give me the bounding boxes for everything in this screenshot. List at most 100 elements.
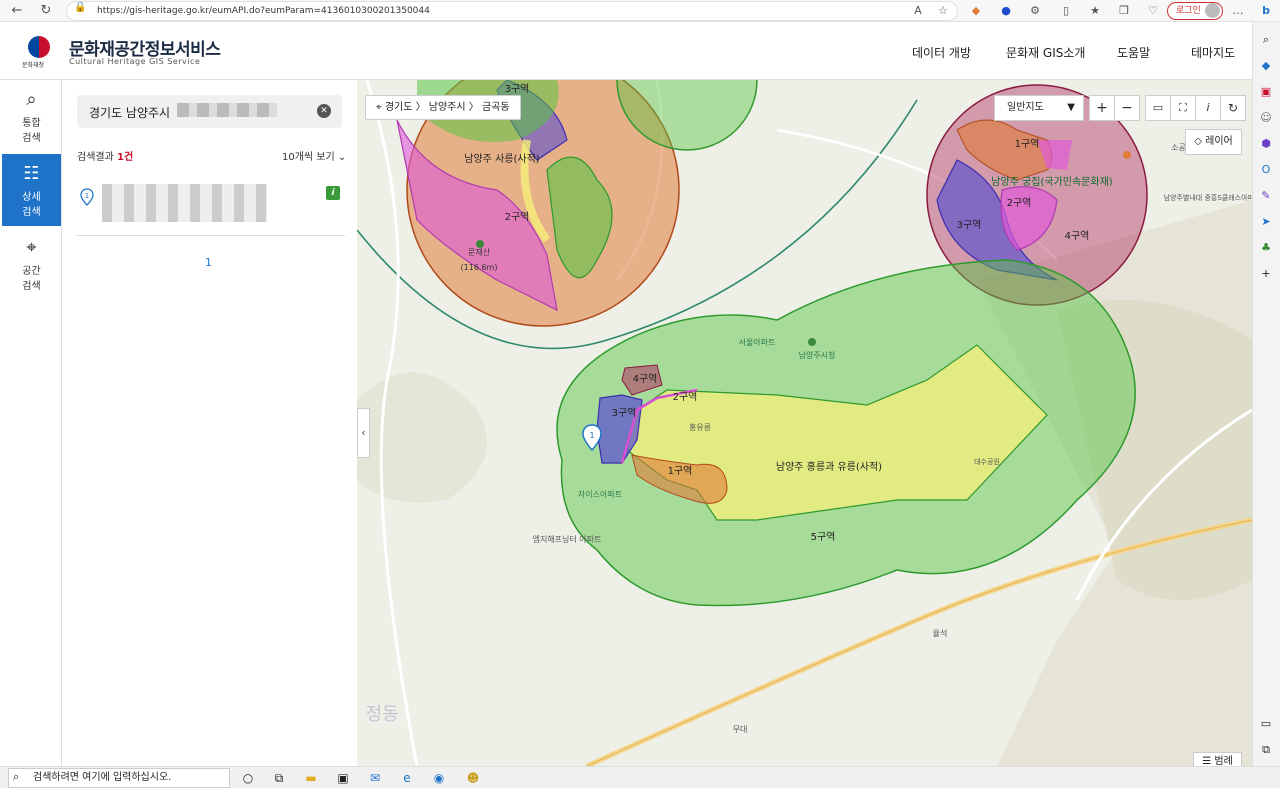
internet-explorer-icon[interactable]: e <box>399 770 415 786</box>
poi-icon <box>1123 151 1131 159</box>
edit-icon[interactable]: ✎ <box>1258 188 1274 204</box>
map-view[interactable]: 남양주 사릉(사적) 2구역 3구역 문재산 (116.6m) 1구역 남양주 … <box>357 80 1252 766</box>
outlook-icon[interactable]: O <box>1258 162 1274 178</box>
store-icon[interactable]: ▣ <box>335 770 351 786</box>
map-label-hongyu-zone2: 2구역 <box>673 391 698 403</box>
cortana-icon[interactable]: ○ <box>240 770 256 786</box>
result-summary: 검색결과 1건 <box>77 152 134 163</box>
fox-extension-icon[interactable]: ◆ <box>968 3 984 19</box>
sidebar-search-icon[interactable]: ⌕ <box>1258 32 1274 48</box>
refresh-icon[interactable]: ↻ <box>37 2 55 20</box>
svg-text:1: 1 <box>85 192 89 200</box>
map-label-gungjip: 남양주 궁집(국가민속문화재) <box>991 176 1112 188</box>
read-aloud-icon[interactable]: A <box>910 3 926 19</box>
mail-icon[interactable]: ✉ <box>367 770 383 786</box>
zoom-out-button[interactable]: − <box>1114 95 1140 121</box>
tag-icon[interactable]: ◆ <box>1258 58 1274 74</box>
favorites-icon[interactable]: ★ <box>1087 3 1103 19</box>
edge-sidebar <box>1252 22 1280 766</box>
heart-icon[interactable]: ♡ <box>1145 3 1161 19</box>
pagination-page[interactable]: 1 <box>205 256 212 269</box>
logo-emblem-icon[interactable] <box>28 36 50 58</box>
map-label-gungjip-zone2: 2구역 <box>1007 197 1032 209</box>
search-panel: 경기도 남양주시 ✕ 검색결과 1건 10개씩 보기 ⌄ 1 i 1 <box>62 80 357 766</box>
sidebar-layout-icon[interactable]: ▭ <box>1258 716 1274 732</box>
address-bar[interactable]: https://gis-heritage.go.kr/eumAPI.do?eum… <box>66 1 958 21</box>
site-header: 문화재청 문화재공간정보서비스 Cultural Heritage GIS Se… <box>0 22 1252 80</box>
lock-icon: 🔒 <box>74 2 87 13</box>
layers-icon: ◇ <box>1194 136 1202 147</box>
rail-integrated-search[interactable]: ⌕ 통합 검색 <box>2 80 61 152</box>
edge-icon[interactable]: ◉ <box>431 770 447 786</box>
map-label-emart: 엠지해프닝터 아파트 <box>533 534 602 544</box>
map-pin-icon: ⌖ <box>26 237 37 258</box>
shopping-icon[interactable]: ▣ <box>1258 84 1274 100</box>
map-label-xi-apt: 자이스아파트 <box>578 489 622 499</box>
menu-help[interactable]: 도움말 <box>1117 44 1150 61</box>
map-label-gungjip-zone1: 1구역 <box>1015 138 1040 150</box>
map-canvas[interactable]: 남양주 사릉(사적) 2구역 3구역 문재산 (116.6m) 1구역 남양주 … <box>357 80 1252 766</box>
layer-button[interactable]: ◇ 레이어 <box>1185 129 1242 155</box>
map-label-sareung-zone2: 2구역 <box>505 211 530 223</box>
games-icon[interactable]: ⬢ <box>1258 136 1274 152</box>
taskbar-search-input[interactable]: 검색하려면 여기에 입력하십시오. <box>8 768 230 788</box>
search-icon: ⌕ <box>13 770 20 783</box>
task-view-icon[interactable]: ⧉ <box>271 770 287 786</box>
map-label-mountain: 문재산 <box>468 247 491 257</box>
result-marker-icon: 1 <box>80 188 94 206</box>
extensions-icon[interactable]: ⚙ <box>1027 3 1043 19</box>
map-label-park: 대수공원 <box>974 457 1000 466</box>
menu-gis-intro[interactable]: 문화재 GIS소개 <box>1006 44 1085 61</box>
redacted-text <box>177 103 277 117</box>
map-label-seoul-apt: 서울아파트 <box>739 337 776 347</box>
search-input[interactable]: 경기도 남양주시 ✕ <box>77 95 342 128</box>
per-page-select[interactable]: 10개씩 보기 ⌄ <box>282 148 346 163</box>
favorite-star-icon[interactable]: ☆ <box>935 3 951 19</box>
map-type-select[interactable]: 일반지도 ▼ <box>994 95 1084 121</box>
location-breadcrumb[interactable]: ⌖ 경기도 〉 남양주시 〉 금곡동 <box>365 95 521 120</box>
info-tool-icon[interactable]: i <box>1195 95 1221 121</box>
map-label-hongyu-zone4: 4구역 <box>633 373 658 385</box>
add-icon[interactable]: + <box>1258 266 1274 282</box>
app-icon[interactable]: ☻ <box>465 770 481 786</box>
browser-toolbar: ← ↻ https://gis-heritage.go.kr/eumAPI.do… <box>0 0 1280 22</box>
measure-distance-icon[interactable]: ▭ <box>1145 95 1171 121</box>
split-screen-icon[interactable]: ▯ <box>1058 3 1074 19</box>
bing-icon[interactable]: b <box>1258 3 1274 19</box>
avatar[interactable] <box>1205 3 1220 18</box>
info-icon[interactable]: i <box>326 186 340 200</box>
taskbar: 검색하려면 여기에 입력하십시오. ⌕ ○ ⧉ ▬ ▣ ✉ e ◉ ☻ <box>0 766 1280 788</box>
search-icon: ⌕ <box>26 89 37 110</box>
list-search-icon: ☷ <box>23 163 40 184</box>
clear-icon[interactable]: ✕ <box>317 104 331 118</box>
rail-spatial-search[interactable]: ⌖ 공간 검색 <box>2 228 61 300</box>
map-label-tower: 남양주별내대 중흥S클래스아파트 <box>1164 193 1252 202</box>
pin-icon: ⌖ <box>376 102 382 113</box>
more-menu-icon[interactable]: … <box>1230 3 1246 19</box>
open-external-icon[interactable]: ⧉ <box>1258 742 1274 758</box>
collections-icon[interactable]: ❐ <box>1116 3 1132 19</box>
mountain-icon <box>476 240 484 248</box>
file-explorer-icon[interactable]: ▬ <box>303 770 319 786</box>
rail-detail-search[interactable]: ☷ 상세 검색 <box>2 154 61 226</box>
city-hall-icon <box>808 338 816 346</box>
redacted-result[interactable] <box>102 184 267 222</box>
map-label-yulseok: 율석 <box>933 628 948 638</box>
send-icon[interactable]: ➤ <box>1258 214 1274 230</box>
map-label-hongyu-dong: 홍유릉 <box>689 422 711 432</box>
map-label-hongyu-zone5: 5구역 <box>811 531 836 543</box>
measure-area-icon[interactable]: ⛶ <box>1170 95 1196 121</box>
map-label-gungjip-zone3: 3구역 <box>957 219 982 231</box>
back-icon[interactable]: ← <box>8 2 26 20</box>
panel-collapse-button[interactable]: ‹ <box>357 408 370 458</box>
menu-theme-map[interactable]: 테마지도 <box>1191 44 1235 61</box>
map-label-mudae: 무대 <box>733 725 748 734</box>
map-label-city-hall: 남양주시청 <box>799 351 836 360</box>
menu-data-open[interactable]: 데이터 개방 <box>912 44 971 61</box>
svg-text:1: 1 <box>589 431 594 440</box>
tree-icon[interactable]: ♣ <box>1258 240 1274 256</box>
reset-icon[interactable]: ↻ <box>1220 95 1246 121</box>
person-icon[interactable]: ☺ <box>1258 110 1274 126</box>
zoom-in-button[interactable]: + <box>1089 95 1115 121</box>
circle-extension-icon[interactable]: ● <box>998 3 1014 19</box>
